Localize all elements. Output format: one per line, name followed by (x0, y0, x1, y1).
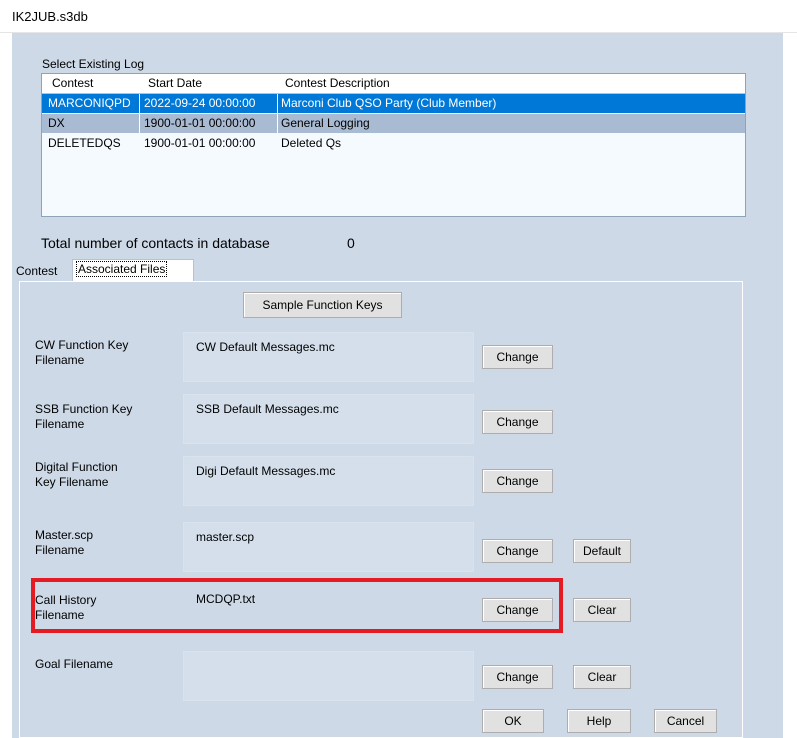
table-row[interactable]: DELETEDQS 1900-01-01 00:00:00 Deleted Qs (42, 134, 745, 153)
cw-filename-field[interactable]: CW Default Messages.mc (183, 332, 474, 382)
label-line: Goal Filename (35, 657, 114, 671)
label-line: Digital Function (35, 460, 118, 474)
window-title: IK2JUB.s3db (12, 9, 88, 24)
sample-function-keys-button[interactable]: Sample Function Keys (243, 292, 402, 318)
cell-start-date: 1900-01-01 00:00:00 (144, 136, 256, 150)
master-scp-default-button[interactable]: Default (573, 539, 631, 563)
cell-start-date: 2022-09-24 00:00:00 (144, 96, 256, 110)
dialog: Select Existing Log Contest Start Date C… (12, 33, 783, 738)
master-scp-filename-value: master.scp (196, 530, 255, 544)
label-line: Filename (35, 353, 85, 367)
master-scp-label: Master.scp Filename (35, 528, 175, 558)
ssb-change-button[interactable]: Change (482, 410, 553, 434)
ssb-filename-field[interactable]: SSB Default Messages.mc (183, 394, 474, 444)
master-scp-filename-field[interactable]: master.scp (183, 522, 474, 572)
label-line: Filename (35, 608, 85, 622)
label-line: Filename (35, 543, 85, 557)
cell-description: Deleted Qs (281, 136, 342, 150)
call-history-filename-value: MCDQP.txt (196, 592, 256, 606)
tab-contest[interactable]: Contest (13, 263, 71, 282)
digital-filename-field[interactable]: Digi Default Messages.mc (183, 456, 474, 506)
tab-associated-files[interactable]: Associated Files (72, 259, 194, 281)
log-section-label: Select Existing Log (42, 57, 145, 71)
column-header-contest[interactable]: Contest (52, 76, 93, 90)
cell-contest: DELETEDQS (48, 136, 121, 150)
goal-filename-field[interactable] (183, 651, 474, 701)
ssb-function-key-label: SSB Function Key Filename (35, 402, 175, 432)
log-table[interactable]: Contest Start Date Contest Description M… (41, 73, 746, 217)
digital-function-key-label: Digital Function Key Filename (35, 460, 175, 490)
cw-filename-value: CW Default Messages.mc (196, 340, 335, 354)
call-history-clear-button[interactable]: Clear (573, 598, 631, 622)
title-bar: IK2JUB.s3db (0, 0, 797, 33)
tab-associated-files-label: Associated Files (75, 261, 168, 277)
total-contacts-label: Total number of contacts in database (41, 235, 270, 251)
table-row[interactable]: MARCONIQPD 2022-09-24 00:00:00 Marconi C… (42, 94, 745, 113)
column-header-description[interactable]: Contest Description (285, 76, 390, 90)
table-row[interactable]: DX 1900-01-01 00:00:00 General Logging (42, 114, 745, 133)
cell-description: Marconi Club QSO Party (Club Member) (281, 96, 497, 110)
label-line: Master.scp (35, 528, 94, 542)
table-header: Contest Start Date Contest Description (42, 74, 745, 94)
cell-contest: MARCONIQPD (48, 96, 131, 110)
goal-clear-button[interactable]: Clear (573, 665, 631, 689)
call-history-change-button[interactable]: Change (482, 598, 553, 622)
column-header-start-date[interactable]: Start Date (148, 76, 202, 90)
cell-contest: DX (48, 116, 65, 130)
cancel-button[interactable]: Cancel (654, 709, 717, 733)
total-contacts-value: 0 (347, 235, 355, 251)
label-line: SSB Function Key (35, 402, 133, 416)
cw-function-key-label: CW Function Key Filename (35, 338, 175, 368)
label-line: Call History (35, 593, 97, 607)
help-button[interactable]: Help (567, 709, 631, 733)
ssb-filename-value: SSB Default Messages.mc (196, 402, 339, 416)
cell-start-date: 1900-01-01 00:00:00 (144, 116, 256, 130)
cw-change-button[interactable]: Change (482, 345, 553, 369)
master-scp-change-button[interactable]: Change (482, 539, 553, 563)
call-history-filename-field[interactable]: MCDQP.txt (183, 584, 474, 634)
digital-filename-value: Digi Default Messages.mc (196, 464, 336, 478)
ok-button[interactable]: OK (482, 709, 544, 733)
goal-filename-label: Goal Filename (35, 657, 175, 672)
label-line: CW Function Key (35, 338, 129, 352)
digital-change-button[interactable]: Change (482, 469, 553, 493)
call-history-label: Call History Filename (35, 593, 175, 623)
label-line: Key Filename (35, 475, 109, 489)
label-line: Filename (35, 417, 85, 431)
cell-description: General Logging (281, 116, 370, 130)
goal-change-button[interactable]: Change (482, 665, 553, 689)
